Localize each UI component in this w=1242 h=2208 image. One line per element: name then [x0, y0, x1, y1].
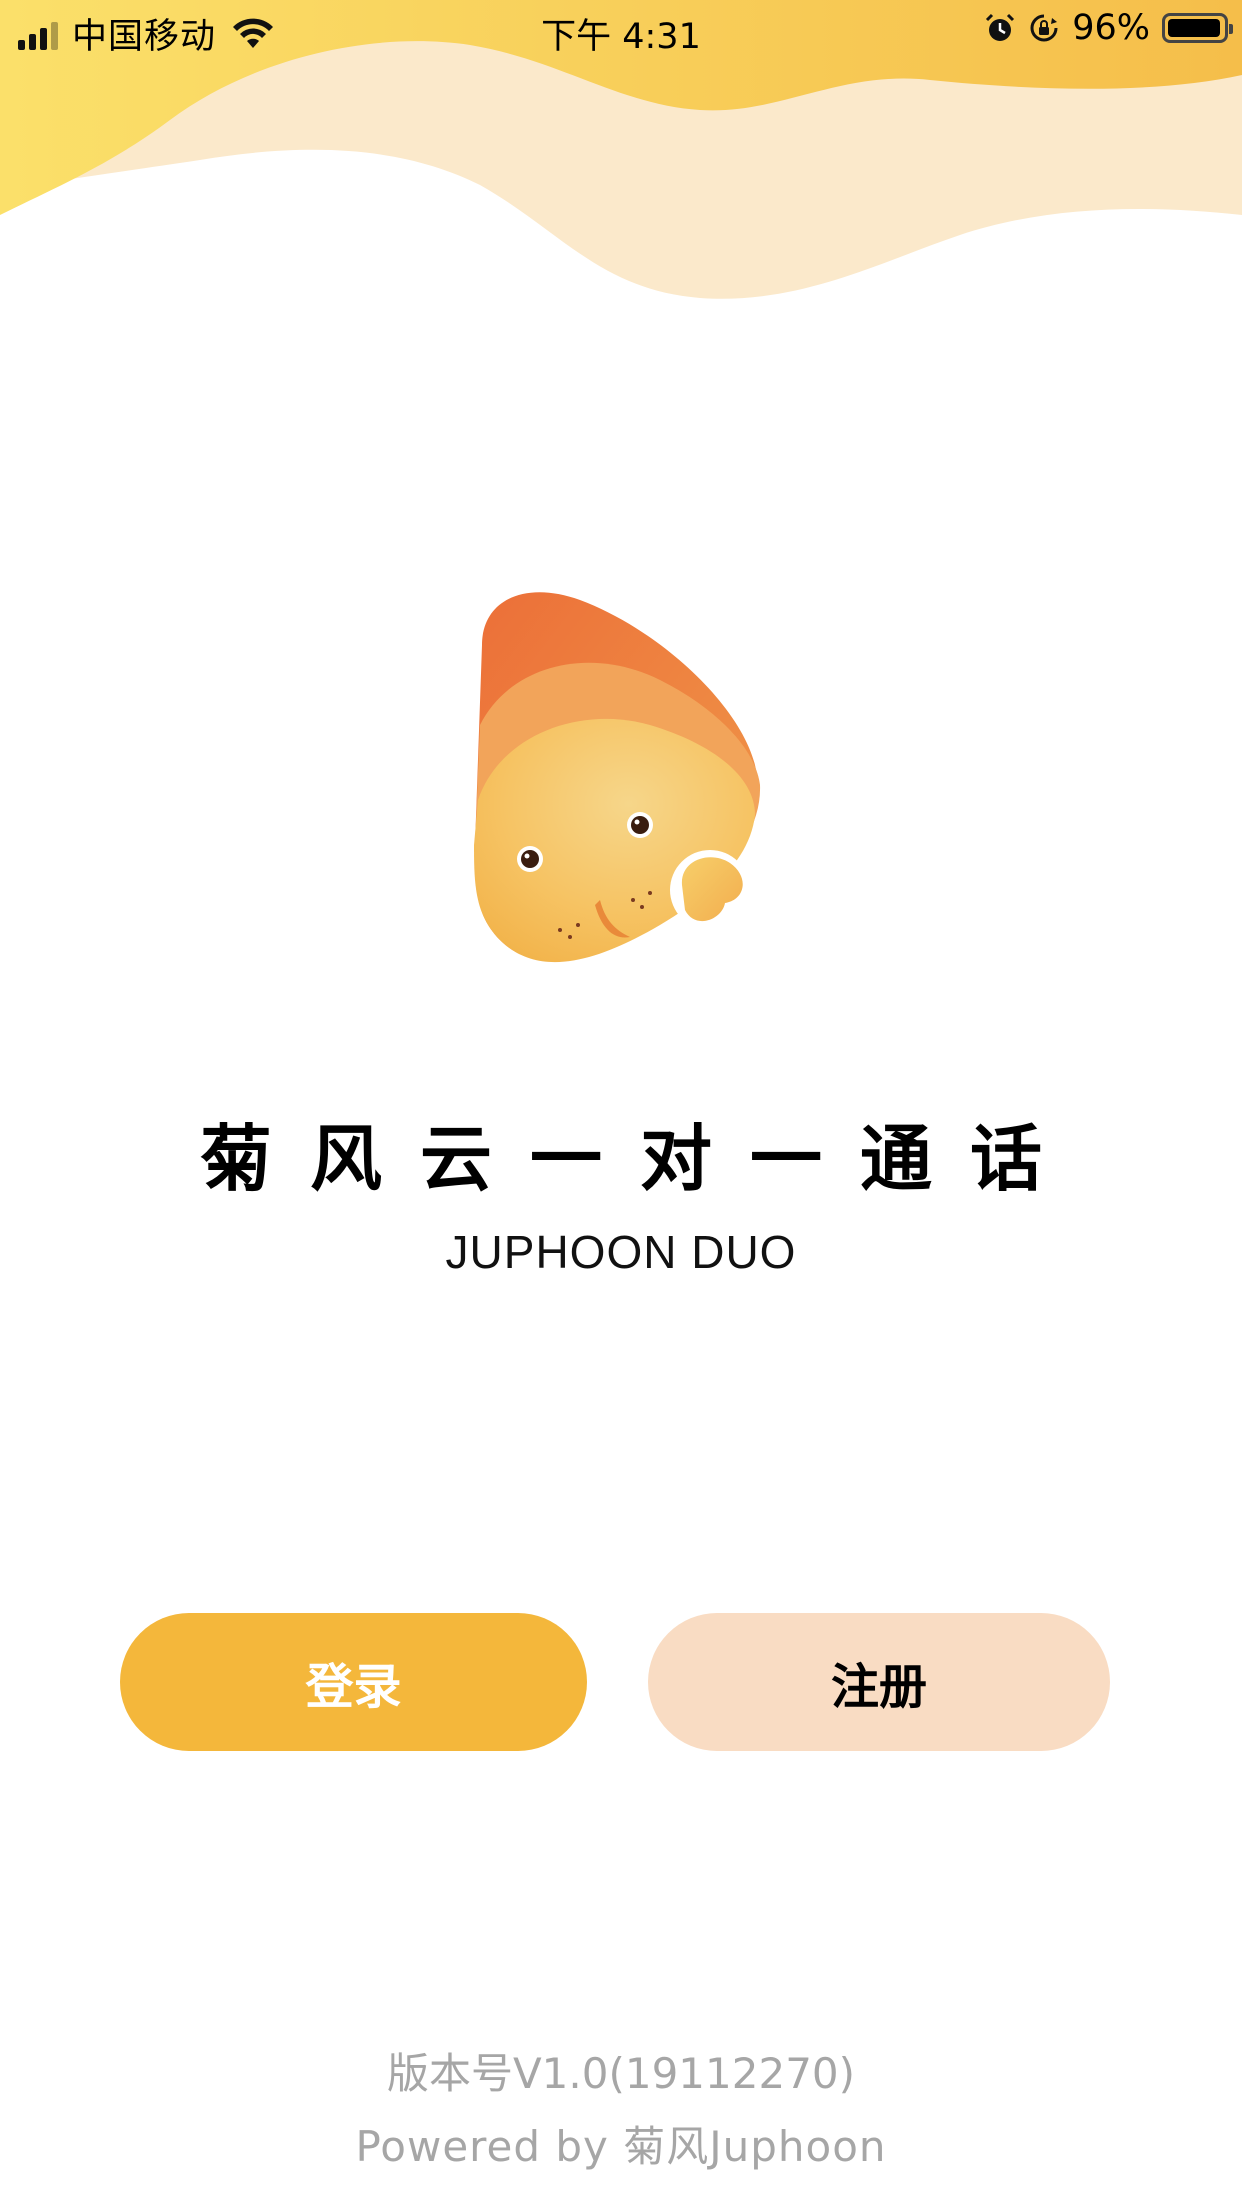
battery-icon: [1162, 13, 1233, 43]
status-bar-right: 96%: [984, 8, 1233, 48]
login-button[interactable]: 登录: [120, 1613, 587, 1751]
app-subtitle: JUPHOON DUO: [445, 1226, 797, 1278]
battery-level-fill: [1168, 19, 1220, 37]
app-title: 菊风云一对一通话: [199, 1117, 1080, 1201]
register-button[interactable]: 注册: [648, 1613, 1110, 1751]
app-logo-icon: [474, 592, 761, 963]
battery-percent: 96%: [1072, 8, 1150, 48]
alarm-icon: [986, 13, 1015, 41]
powered-by-label: Powered by 菊风Juphoon: [355, 2122, 887, 2171]
version-label: 版本号V1.0(19112270): [386, 2049, 856, 2098]
status-bar: 中国移动 下午 4:31 96%: [0, 0, 1242, 60]
rotation-lock-icon: [1030, 14, 1058, 42]
